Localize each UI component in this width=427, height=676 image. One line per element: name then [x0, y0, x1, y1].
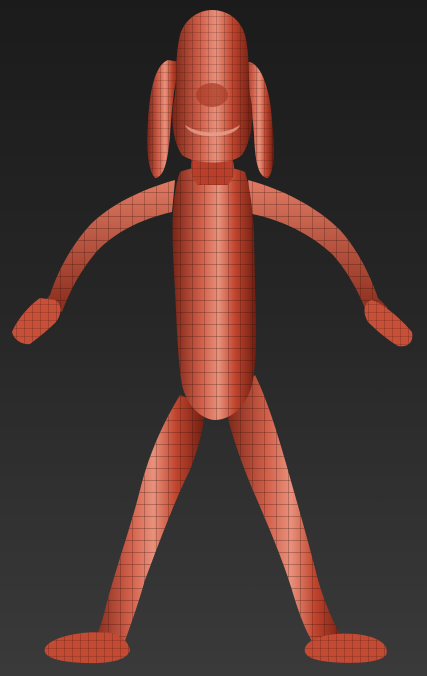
character-mesh[interactable]	[0, 0, 427, 676]
3d-viewport[interactable]	[0, 0, 427, 676]
snout	[196, 83, 228, 107]
right-arm	[248, 180, 388, 316]
torso	[172, 166, 257, 420]
left-arm	[42, 180, 175, 312]
right-hand	[364, 300, 413, 347]
left-foot	[44, 632, 130, 664]
left-hand	[12, 298, 61, 345]
left-leg	[90, 395, 205, 655]
head	[172, 10, 253, 163]
right-leg	[225, 375, 345, 650]
